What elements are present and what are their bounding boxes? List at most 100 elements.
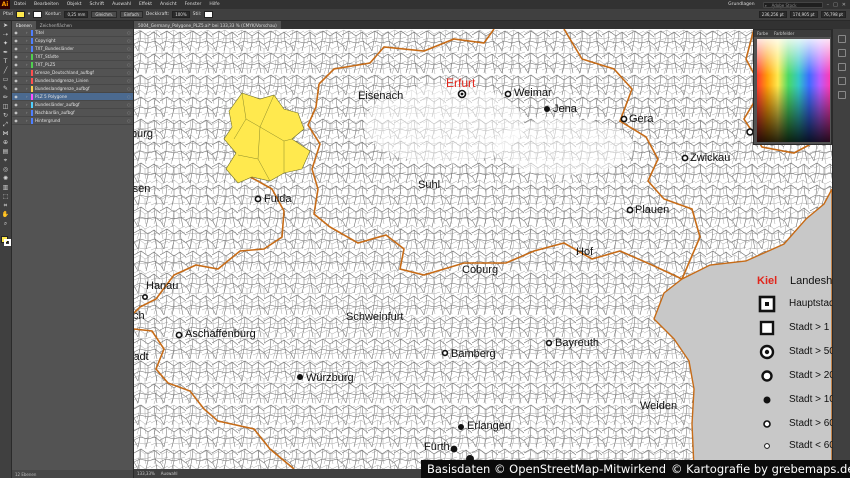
eye-icon[interactable]: ◉ [12,70,20,75]
marker-wuerzburg[interactable] [297,374,303,380]
layers-panel-icon[interactable] [837,91,846,99]
tab-farbfelder[interactable]: Farbfelder [771,30,797,37]
chevron-down-icon[interactable]: ▾ [28,12,30,17]
eye-icon[interactable]: ◉ [12,46,20,51]
status-zoom[interactable]: 133,33% [137,471,155,476]
rectangle-tool-icon[interactable]: ▭ [1,76,11,84]
workspace-switcher[interactable]: Grundlagen [724,2,758,7]
layer-row[interactable]: ◉ › Grenze_Deutschland_aufbgf ○ [12,69,133,77]
menu-fenster[interactable]: Fenster [181,2,206,7]
fill-swatch[interactable] [15,11,25,18]
marker-plauen[interactable] [626,206,634,214]
line-tool-icon[interactable]: ╱ [1,67,11,75]
eye-icon[interactable]: ◉ [12,102,20,107]
width-tool-icon[interactable]: ⋈ [1,130,11,138]
marker-fulda[interactable] [254,195,262,203]
target-icon[interactable]: ○ [127,110,133,115]
menu-auswahl[interactable]: Auswahl [108,2,135,7]
eye-icon[interactable]: ◉ [12,94,20,99]
marker-jena[interactable] [544,106,550,112]
document-tab[interactable]: 5004_Germany_Polygone_PLZ5.ai* bei 133,3… [134,21,281,29]
marker-bamberg[interactable] [441,349,449,357]
artboard-tool-icon[interactable]: ⬚ [1,193,11,201]
symbol-sprayer-icon[interactable]: ✺ [1,175,11,183]
color-spectrum-picker[interactable] [757,39,830,142]
target-icon[interactable]: ○ [127,62,133,67]
swatches-panel-icon[interactable] [837,49,846,57]
marker-hanau[interactable] [142,293,149,300]
menu-datei[interactable]: Datei [10,2,30,7]
target-icon[interactable]: ○ [127,86,133,91]
brush-tool-icon[interactable]: ✎ [1,85,11,93]
stroke-panel-icon[interactable] [837,63,846,71]
pencil-tool-icon[interactable]: ✏ [1,94,11,102]
y-coordinate-field[interactable]: 174,905 pt [789,11,818,18]
eye-icon[interactable]: ◉ [12,54,20,59]
properties-panel-icon[interactable] [837,77,846,85]
layer-row[interactable]: ◉ › Bundeslandgrenze_aufbgf ○ [12,85,133,93]
stroke-color-icon[interactable] [4,239,11,246]
minimize-icon[interactable]: – [827,2,830,8]
shape-builder-icon[interactable]: ⊕ [1,139,11,147]
eraser-tool-icon[interactable]: ◫ [1,103,11,111]
layer-row[interactable]: ◉ › PLZ 5 Polygone ○ [12,93,133,101]
target-icon[interactable]: ○ [127,118,133,123]
maximize-icon[interactable]: □ [833,2,838,8]
color-panel-icon[interactable] [837,35,846,43]
x-coordinate-field[interactable]: 236,256 pt [758,11,787,18]
layer-row[interactable]: ◉ › TXT_PLZ5 ○ [12,61,133,69]
hand-tool-icon[interactable]: ✋ [1,211,11,219]
stock-search-input[interactable]: ⌕ Adobe Stock durchsuchen [762,1,823,13]
layer-row[interactable]: ◉ › Nachbarlän_aufbgf ○ [12,109,133,117]
layer-row[interactable]: ◉ › Bundesländer_aufbgf ○ [12,101,133,109]
menu-ansicht[interactable]: Ansicht [156,2,181,7]
width-field[interactable]: 76,798 pt [820,11,846,18]
eye-icon[interactable]: ◉ [12,30,20,35]
eye-icon[interactable]: ◉ [12,38,20,43]
slice-tool-icon[interactable]: ⌗ [1,202,11,210]
eye-icon[interactable]: ◉ [12,110,20,115]
layer-row[interactable]: ◉ › Bundeslandgrenze_Linien ○ [12,77,133,85]
eye-icon[interactable]: ◉ [12,78,20,83]
eyedropper-tool-icon[interactable]: ⌖ [1,157,11,165]
eye-icon[interactable]: ◉ [12,86,20,91]
variable-width-profile[interactable]: Gleichm. [91,11,118,18]
style-swatch[interactable] [204,11,214,18]
target-icon[interactable]: ○ [127,30,133,35]
pen-tool-icon[interactable]: ✒ [1,49,11,57]
tab-zeichenflaechen[interactable]: Zeichenflächen [36,21,76,29]
target-icon[interactable]: ○ [127,38,133,43]
blend-tool-icon[interactable]: ◎ [1,166,11,174]
marker-fuerth[interactable] [450,445,458,453]
brush-definition[interactable]: Einfach [120,11,143,18]
target-icon[interactable]: ○ [127,54,133,59]
stroke-swatch[interactable] [33,11,43,18]
magic-wand-icon[interactable]: ✦ [1,40,11,48]
scale-tool-icon[interactable]: ⤢ [1,121,11,129]
layer-row[interactable]: ◉ › TXT_Bundesländer ○ [12,45,133,53]
marker-weimar[interactable] [504,90,512,98]
layer-row[interactable]: ◉ › Titel ○ [12,29,133,37]
marker-gera[interactable] [620,115,628,123]
close-icon[interactable]: ✕ [842,2,846,8]
menu-schrift[interactable]: Schrift [86,2,109,7]
marker-erlangen[interactable] [458,424,464,430]
target-icon[interactable]: ○ [127,102,133,107]
menu-bearbeiten[interactable]: Bearbeiten [30,2,63,7]
gradient-tool-icon[interactable]: ▤ [1,148,11,156]
zoom-tool-icon[interactable]: ⌕ [1,220,11,228]
selection-tool-icon[interactable]: ➤ [1,22,11,30]
tab-ebenen[interactable]: Ebenen [12,21,36,29]
eye-icon[interactable]: ◉ [12,118,20,123]
target-icon[interactable]: ○ [127,46,133,51]
artboard-canvas[interactable]: Erfurt Eisenach Weimar Jena Gera Zwickau… [134,29,832,469]
target-icon[interactable]: ○ [127,78,133,83]
opacity-field[interactable]: 100% [172,11,190,18]
menu-effekt[interactable]: Effekt [135,2,156,7]
menu-objekt[interactable]: Objekt [63,2,86,7]
layer-row[interactable]: ◉ › Hintergrund ○ [12,117,133,125]
marker-aschaffenburg[interactable] [175,331,183,339]
layer-row[interactable]: ◉ › Copyright ○ [12,37,133,45]
marker-bayreuth[interactable] [545,339,553,347]
target-icon[interactable]: ○ [127,94,133,99]
